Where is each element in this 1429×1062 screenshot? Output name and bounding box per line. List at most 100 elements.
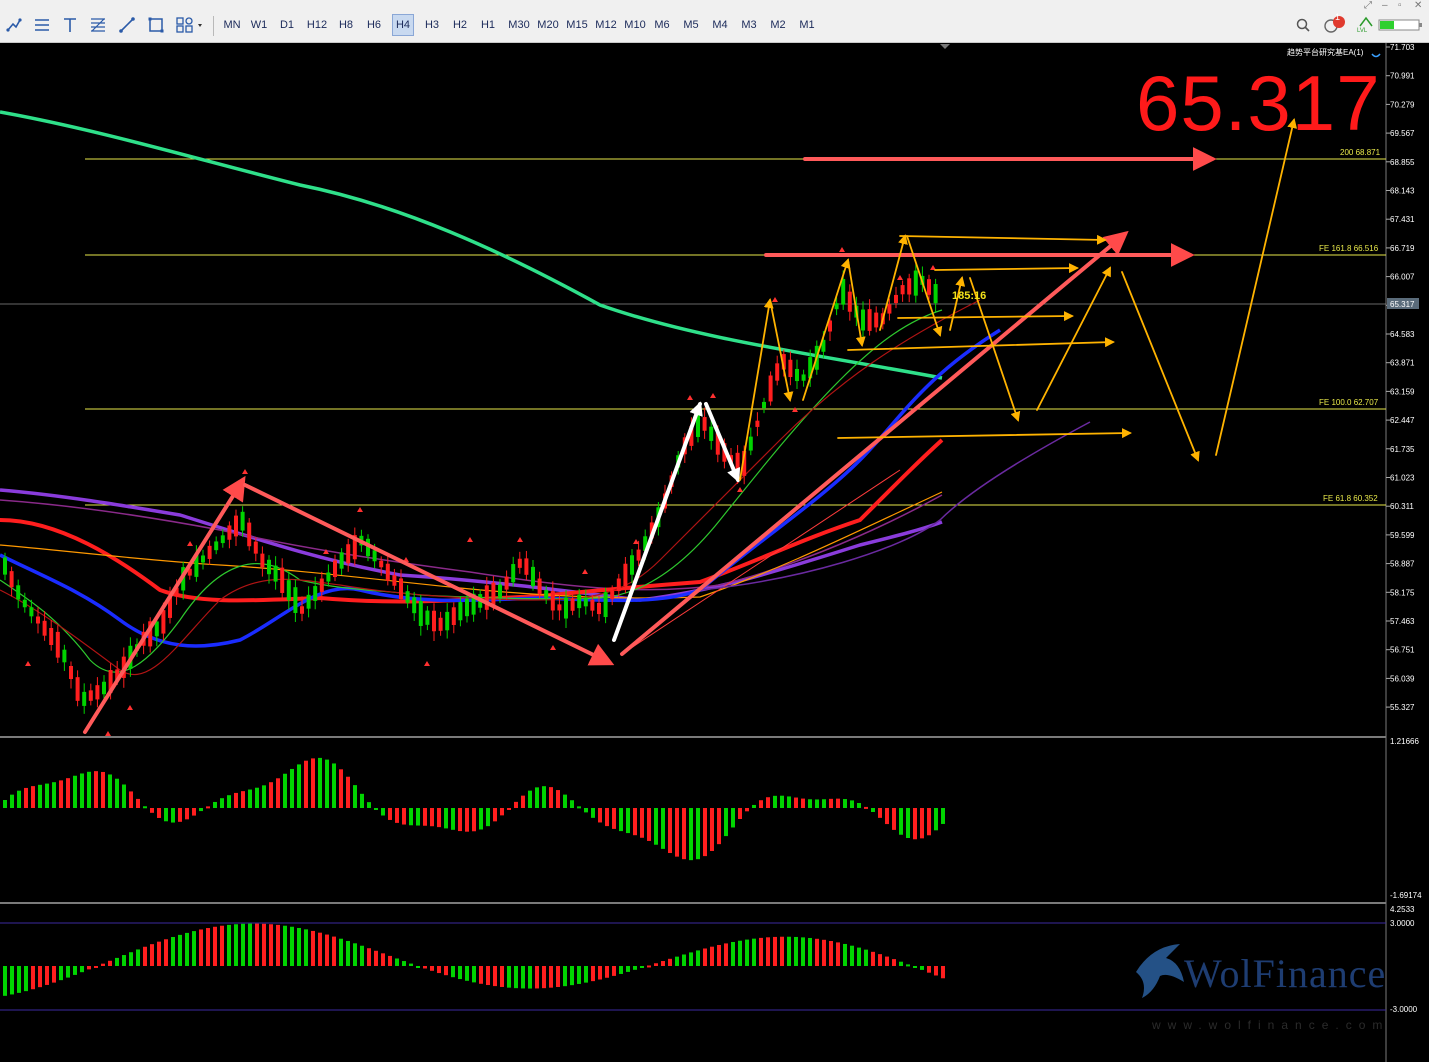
macd-bar — [220, 798, 224, 808]
timeframe-h2[interactable]: H2 — [449, 14, 471, 36]
candle-body — [570, 598, 575, 611]
osc-bar — [143, 946, 147, 966]
candle-body — [762, 401, 766, 409]
macd-bar — [486, 808, 490, 827]
window-close-icon[interactable]: ✕ — [1414, 0, 1422, 11]
timeframe-mn[interactable]: MN — [221, 14, 243, 36]
timeframe-m3[interactable]: M3 — [738, 14, 760, 36]
candle-body — [69, 665, 73, 680]
timeframe-m4[interactable]: M4 — [709, 14, 731, 36]
macd-bar — [136, 798, 140, 808]
price-axis-label: 56.751 — [1390, 646, 1415, 655]
osc-bar — [724, 943, 728, 966]
osc-bar — [591, 966, 595, 982]
candle-body — [788, 359, 793, 378]
price-chart[interactable]: 200 68.871 FE 161.8 66.516 FE 100.0 62.707… — [0, 43, 1429, 1062]
candle-body — [801, 374, 806, 381]
window-maximize-icon[interactable]: ▫ — [1398, 0, 1402, 11]
osc-bar — [829, 941, 833, 966]
osc-bar — [864, 949, 868, 966]
timeframe-d1[interactable]: D1 — [277, 14, 297, 36]
candle-body — [933, 284, 938, 304]
timeframe-h1[interactable]: H1 — [477, 14, 499, 36]
macd-bar — [472, 808, 476, 832]
timeframe-h12[interactable]: H12 — [305, 14, 329, 36]
timeframe-h6[interactable]: H6 — [364, 14, 384, 36]
timeframe-m30[interactable]: M30 — [506, 14, 532, 36]
osc-bar — [885, 956, 889, 966]
price-axis-label: 57.463 — [1390, 617, 1415, 626]
level-signal-icon[interactable]: LVL — [1355, 14, 1377, 36]
timeframe-m5[interactable]: M5 — [680, 14, 702, 36]
fibonacci-icon[interactable] — [87, 14, 109, 36]
macd-bar — [409, 808, 413, 826]
macd-bar — [143, 806, 147, 809]
osc-bar — [934, 966, 938, 976]
candle-body — [867, 309, 872, 331]
macd-bar — [325, 759, 329, 808]
macd-bar — [920, 808, 924, 839]
candle-body — [293, 587, 298, 613]
osc-bar — [808, 937, 812, 966]
horizontal-lines-icon[interactable] — [31, 14, 53, 36]
timeframe-m15[interactable]: M15 — [564, 14, 590, 36]
candle-body — [154, 621, 159, 637]
toolbar-separator — [213, 16, 214, 36]
shapes-menu-icon[interactable] — [174, 14, 206, 36]
macd-axis-label: 1.21666 — [1390, 737, 1419, 746]
osc-bar — [647, 965, 651, 968]
search-icon[interactable] — [1292, 14, 1314, 36]
text-tool-icon[interactable] — [59, 14, 81, 36]
osc-bar — [766, 937, 770, 966]
timeframe-w1[interactable]: W1 — [249, 14, 269, 36]
osc-bar — [752, 938, 756, 966]
macd-bar — [248, 789, 252, 808]
timeframe-m2[interactable]: M2 — [767, 14, 789, 36]
timeframe-m20[interactable]: M20 — [535, 14, 561, 36]
osc-bar — [773, 936, 777, 966]
macd-bar — [514, 801, 518, 808]
macd-bar — [927, 808, 931, 836]
candle-body — [537, 578, 542, 595]
window-minimize-icon[interactable]: – — [1382, 0, 1388, 11]
rectangle-icon[interactable] — [145, 14, 167, 36]
macd-bar — [710, 808, 714, 851]
osc-bar — [318, 932, 322, 966]
osc-bar — [360, 945, 364, 966]
timeframe-h8[interactable]: H8 — [335, 14, 357, 36]
macd-bar — [654, 808, 658, 845]
timeframe-h4[interactable]: H4 — [392, 14, 414, 36]
candle-body — [253, 541, 258, 554]
osc-bar — [815, 938, 819, 966]
candle-body — [531, 566, 535, 587]
timeframe-h3[interactable]: H3 — [421, 14, 443, 36]
osc-bar — [458, 966, 462, 980]
macd-bar — [290, 768, 294, 808]
timeframe-m10[interactable]: M10 — [622, 14, 648, 36]
timeframe-m12[interactable]: M12 — [593, 14, 619, 36]
osc-bar — [913, 966, 917, 968]
osc-bar — [654, 963, 658, 966]
osc-bar — [164, 939, 168, 966]
window-restore-icon[interactable]: ⤢ — [1364, 0, 1372, 11]
candle-body — [517, 558, 522, 568]
osc-bar — [759, 937, 763, 966]
crosshair-icon[interactable] — [3, 14, 25, 36]
candle-body — [372, 550, 377, 562]
candle-body — [392, 575, 397, 586]
notifications-icon[interactable]: 1 — [1322, 12, 1350, 36]
macd-bar — [507, 808, 511, 810]
osc-bar — [381, 953, 385, 966]
osc-bar — [388, 955, 392, 966]
candle-body — [300, 606, 304, 614]
trendline-icon[interactable] — [116, 14, 138, 36]
macd-bar — [570, 800, 574, 808]
macd-bar — [738, 808, 742, 819]
osc-bar — [416, 966, 420, 968]
connection-status-icon[interactable] — [1378, 14, 1424, 36]
timeframe-m6[interactable]: M6 — [651, 14, 673, 36]
macd-bar — [878, 808, 882, 818]
timeframe-m1[interactable]: M1 — [796, 14, 818, 36]
macd-bar — [423, 808, 427, 826]
macd-bar — [885, 808, 889, 825]
